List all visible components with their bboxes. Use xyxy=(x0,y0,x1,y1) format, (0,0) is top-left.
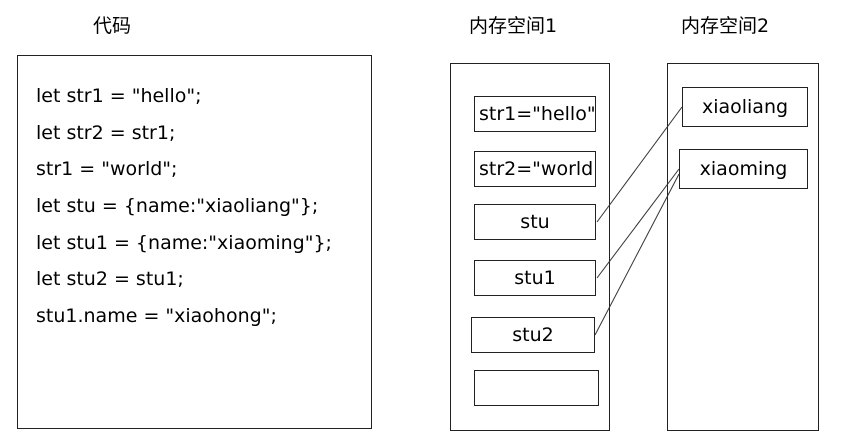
pointer-stu2-to-xiaoming xyxy=(594,173,680,336)
pointer-stu-to-xiaoliang xyxy=(596,106,683,223)
pointer-lines xyxy=(594,106,683,336)
pointer-stu1-to-xiaoming xyxy=(596,168,680,279)
